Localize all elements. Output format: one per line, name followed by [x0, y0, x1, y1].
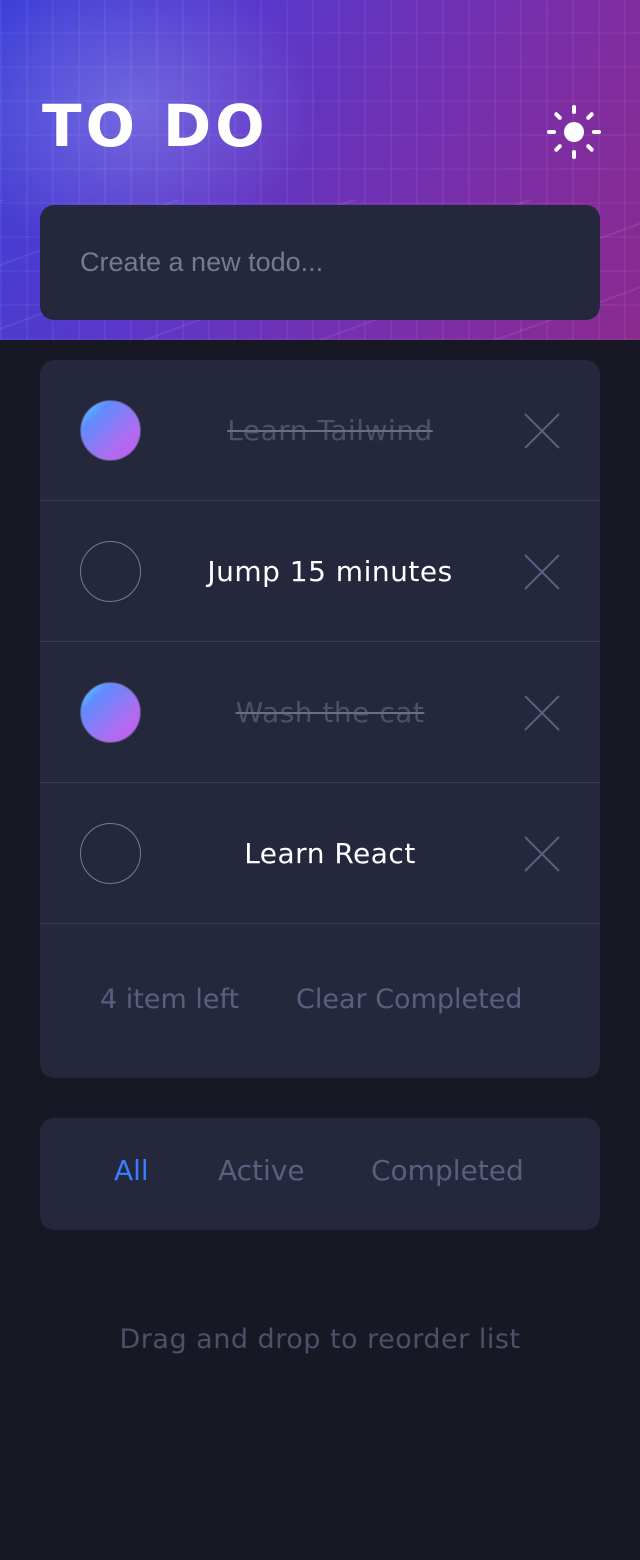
filter-active[interactable]: Active	[218, 1154, 305, 1187]
delete-button[interactable]	[522, 411, 562, 451]
todo-checkbox[interactable]	[80, 400, 141, 461]
todo-item[interactable]: Learn React	[40, 783, 600, 924]
todo-text: Wash the cat	[235, 696, 425, 729]
filter-completed[interactable]: Completed	[371, 1154, 524, 1187]
todo-checkbox[interactable]	[80, 823, 141, 884]
todo-text: Learn Tailwind	[227, 414, 433, 447]
todo-text: Learn React	[244, 837, 416, 870]
reorder-hint: Drag and drop to reorder list	[119, 1324, 521, 1355]
delete-button[interactable]	[522, 552, 562, 592]
list-footer: 4 item left Clear Completed	[40, 926, 600, 1078]
todo-item[interactable]: Learn Tailwind	[40, 360, 600, 501]
todo-item[interactable]: Jump 15 minutes	[40, 501, 600, 642]
todo-item[interactable]: Wash the cat	[40, 642, 600, 783]
clear-completed-button[interactable]: Clear Completed	[296, 984, 522, 1015]
new-todo-container	[40, 205, 600, 320]
filter-all[interactable]: All	[114, 1154, 149, 1187]
close-icon	[524, 413, 560, 449]
todo-checkbox[interactable]	[80, 682, 141, 743]
delete-button[interactable]	[522, 693, 562, 733]
filter-bar: All Active Completed	[40, 1118, 600, 1230]
close-icon	[524, 695, 560, 731]
todo-text: Jump 15 minutes	[207, 555, 453, 588]
new-todo-input[interactable]	[80, 247, 560, 278]
close-icon	[524, 836, 560, 872]
page-title: TO DO	[42, 92, 269, 160]
sun-icon	[547, 105, 601, 159]
todo-list: Learn Tailwind Jump 15 minutes Wash the …	[40, 360, 600, 1078]
theme-toggle-button[interactable]	[546, 104, 602, 160]
close-icon	[524, 554, 560, 590]
items-left-count: 4 item left	[100, 984, 240, 1015]
delete-button[interactable]	[522, 834, 562, 874]
todo-checkbox[interactable]	[80, 541, 141, 602]
